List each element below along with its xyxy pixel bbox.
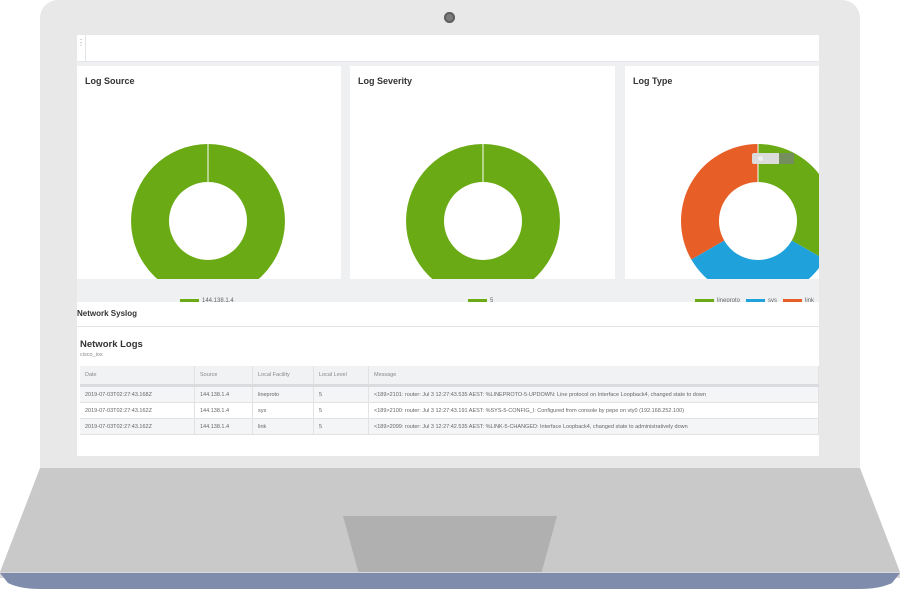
network-logs-title: Network Logs xyxy=(80,339,143,350)
column-header-date[interactable]: Date xyxy=(80,366,195,387)
laptop-base-edge xyxy=(0,573,900,589)
network-syslog-title: Network Syslog xyxy=(77,302,819,327)
cell-source: 144.138.1.4 xyxy=(194,385,253,403)
column-header-source[interactable]: Source xyxy=(194,366,253,387)
table-row[interactable]: 2019-07-03T02:27:43.162Z 144.138.1.4 lin… xyxy=(80,418,819,435)
log-type-donut xyxy=(681,144,819,279)
cell-local-facility: link xyxy=(252,418,314,435)
camera-icon xyxy=(444,12,455,23)
cell-message: <189>2101: router: Jul 3 12:27:43.535 AE… xyxy=(368,385,819,403)
network-logs-table: Date Source Local Facility Local Level M… xyxy=(80,366,819,435)
cell-local-level: 5 xyxy=(313,418,369,435)
log-source-panel: Log Source 144.138.1.4 xyxy=(77,66,341,304)
top-bar: ⋮ xyxy=(77,35,819,62)
drag-handle-icon[interactable]: ⋮ xyxy=(77,39,85,55)
cell-local-facility: lineproto xyxy=(252,385,314,403)
network-logs-subtitle: cisco_ios xyxy=(80,352,103,358)
top-bar-divider xyxy=(85,35,86,61)
cell-date: 2019-07-03T02:27:43.168Z xyxy=(80,385,195,403)
cell-local-level: 5 xyxy=(313,385,369,403)
log-type-panel: Log Type lineproto sys link xyxy=(625,66,819,304)
donut-slice-link[interactable] xyxy=(681,144,758,260)
cell-source: 144.138.1.4 xyxy=(194,418,253,435)
log-severity-donut xyxy=(405,144,560,279)
cell-message: <189>2099: router: Jul 3 12:27:42.535 AE… xyxy=(368,418,819,435)
cell-message: <189>2100: router: Jul 3 12:27:43.191 AE… xyxy=(368,402,819,419)
column-header-local-facility[interactable]: Local Facility xyxy=(252,366,314,387)
network-syslog-section: Network Syslog Network Logs cisco_ios Da… xyxy=(77,302,819,456)
table-row[interactable]: 2019-07-03T02:27:43.162Z 144.138.1.4 sys… xyxy=(80,402,819,419)
cell-local-level: 5 xyxy=(313,402,369,419)
tooltip-swatch xyxy=(779,153,794,164)
cell-date: 2019-07-03T02:27:43.162Z xyxy=(80,402,195,419)
cell-local-facility: sys xyxy=(252,402,314,419)
cell-date: 2019-07-03T02:27:43.162Z xyxy=(80,418,195,435)
log-severity-panel: Log Severity 5 xyxy=(350,66,615,304)
column-header-message[interactable]: Message xyxy=(368,366,819,387)
table-header-row: Date Source Local Facility Local Level M… xyxy=(80,366,819,387)
screen: ⋮ Log Source 144.138.1.4 Log Severity 5 … xyxy=(77,35,819,456)
table-row[interactable]: 2019-07-03T02:27:43.168Z 144.138.1.4 lin… xyxy=(80,385,819,403)
tooltip-dot-icon xyxy=(758,156,763,161)
laptop-base xyxy=(0,468,900,578)
column-header-local-level[interactable]: Local Level xyxy=(313,366,369,387)
cell-source: 144.138.1.4 xyxy=(194,402,253,419)
log-source-donut xyxy=(130,144,285,279)
